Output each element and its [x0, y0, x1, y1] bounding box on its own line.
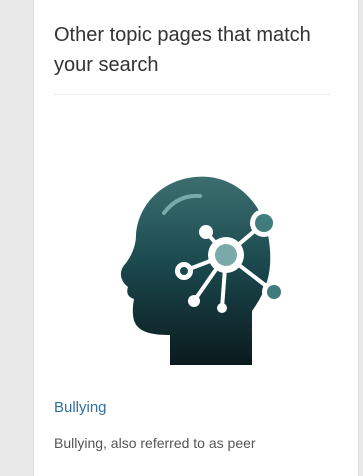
topic-image[interactable] — [102, 165, 302, 365]
related-topics-card: Other topic pages that match your search — [33, 0, 359, 476]
topic-snippet: Bullying, also referred to as peer — [54, 435, 256, 451]
page-frame: Other topic pages that match your search — [0, 0, 363, 476]
topic-link-bullying[interactable]: Bullying — [54, 398, 107, 418]
card-title: Other topic pages that match your search — [54, 24, 311, 76]
head-network-icon — [120, 176, 286, 365]
card-divider — [54, 94, 330, 95]
